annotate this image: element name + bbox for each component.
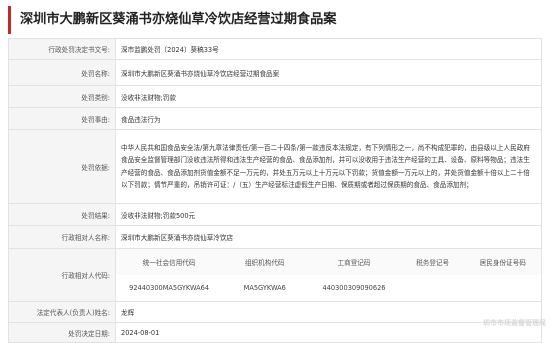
reason-value: 食品违法行为 — [115, 107, 542, 130]
reason-row: 处罚事由: 食品违法行为 — [8, 107, 542, 130]
codes-subtable: 统一社会信用代码 组织机构代码 工商登记码 税务登记号 居民身份证号码 9244… — [116, 249, 541, 301]
codes-header-cell: 统一社会信用代码 — [116, 249, 223, 275]
legal-rep-value: 龙辉 — [115, 301, 542, 323]
codes-header-cell: 税务登记号 — [400, 249, 465, 275]
codes-header-cell: 居民身份证号码 — [464, 249, 541, 275]
codes-row: 行政相对人代码: 统一社会信用代码 组织机构代码 工商登记码 税务登记号 居民身… — [8, 248, 542, 302]
reason-label: 处罚事由: — [8, 107, 116, 130]
doc-no-label: 行政处罚决定书文号: — [8, 38, 116, 60]
credit-code-value: 92440300MA5GYKWA64 — [129, 284, 210, 292]
codes-header-cell: 组织机构代码 — [222, 249, 308, 275]
result-row: 处罚结果: 没收非法财物;罚款500元 — [8, 203, 542, 226]
decision-date-value: 2024-08-01 — [115, 322, 542, 343]
watermark: 圳市市场监督管理局 — [483, 319, 546, 327]
legal-rep-row: 法定代表人(负责人)姓名: 龙辉 — [8, 301, 542, 323]
category-value: 没收非法财物;罚款 — [115, 85, 542, 108]
party-value: 深圳市大鹏新区葵涌书亦烧仙草冷饮店 — [115, 225, 542, 249]
decision-date-row: 处罚决定日期: 2024-08-01 — [8, 322, 542, 343]
category-row: 处罚类别: 没收非法财物;罚款 — [8, 85, 542, 108]
category-label: 处罚类别: — [8, 85, 116, 108]
codes-header-cell: 工商登记码 — [307, 249, 401, 275]
party-label: 行政相对人名称: — [8, 225, 116, 249]
page-title: 深圳市大鹏新区葵涌书亦烧仙草冷饮店经营过期食品案 — [8, 6, 542, 34]
case-name-label: 处罚名称: — [8, 59, 116, 86]
id-no-value — [465, 275, 542, 301]
legal-rep-label: 法定代表人(负责人)姓名: — [8, 301, 116, 323]
result-value: 没收非法财物;罚款500元 — [115, 203, 542, 226]
party-row: 行政相对人名称: 深圳市大鹏新区葵涌书亦烧仙草冷饮店 — [8, 225, 542, 249]
result-label: 处罚结果: — [8, 203, 116, 226]
basis-value: 中华人民共和国食品安全法/第九章法律责任/第一百二十四条/第一款违反本法规定，有… — [115, 129, 542, 204]
org-code-value: MA5GYKWA6 — [243, 284, 286, 292]
registration-code-value: 440300309090626 — [322, 284, 386, 292]
case-name-row: 处罚名称: 深圳市大鹏新区葵涌书亦烧仙草冷饮店经营过期食品案 — [8, 59, 542, 86]
penalty-info-table: 行政处罚决定书文号: 深市监鹏处罚〔2024〕葵稿33号 处罚名称: 深圳市大鹏… — [8, 38, 542, 343]
basis-label: 处罚依据: — [8, 129, 116, 204]
codes-label: 行政相对人代码: — [8, 248, 116, 302]
codes-value-row: 92440300MA5GYKWA64 MA5GYKWA6 44030030909… — [116, 275, 541, 301]
doc-no-row: 行政处罚决定书文号: 深市监鹏处罚〔2024〕葵稿33号 — [8, 38, 542, 60]
basis-row: 处罚依据: 中华人民共和国食品安全法/第九章法律责任/第一百二十四条/第一款违反… — [8, 129, 542, 204]
decision-date-label: 处罚决定日期: — [8, 322, 116, 343]
doc-no-value: 深市监鹏处罚〔2024〕葵稿33号 — [115, 38, 542, 60]
tax-no-value — [401, 275, 465, 301]
case-name-value: 深圳市大鹏新区葵涌书亦烧仙草冷饮店经营过期食品案 — [115, 59, 542, 86]
codes-header-row: 统一社会信用代码 组织机构代码 工商登记码 税务登记号 居民身份证号码 — [116, 249, 541, 275]
